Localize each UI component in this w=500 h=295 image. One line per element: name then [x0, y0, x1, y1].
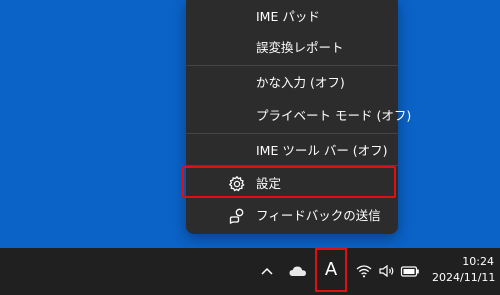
menu-item-label: IME ツール バー (オフ): [256, 143, 388, 158]
clock-date: 2024/11/11: [432, 271, 496, 284]
menu-item-label: プライベート モード (オフ): [256, 108, 412, 123]
menu-item-label: 誤変換レポート: [256, 40, 344, 55]
taskbar-clock[interactable]: 10:24 2024/11/11: [432, 254, 496, 286]
menu-item-ime-toolbar[interactable]: IME ツール バー (オフ): [186, 134, 398, 168]
taskbar: 10:24 2024/11/11: [0, 248, 500, 295]
ime-mode-label: A: [324, 259, 338, 280]
wifi-icon[interactable]: [356, 263, 372, 278]
ime-context-menu: IME パッド 誤変換レポート かな入力 (オフ) プライベート モード (オフ…: [186, 0, 411, 234]
cloud-icon[interactable]: [288, 263, 308, 279]
menu-item-label: かな入力 (オフ): [256, 75, 345, 90]
clock-time: 10:24: [462, 255, 494, 268]
menu-item-ime-pad[interactable]: IME パッド: [186, 0, 398, 34]
ime-mode-indicator[interactable]: A: [315, 248, 347, 292]
chevron-up-icon[interactable]: [258, 262, 276, 280]
feedback-icon: [228, 207, 246, 225]
battery-icon[interactable]: [400, 263, 420, 277]
menu-item-kana-input[interactable]: かな入力 (オフ): [186, 66, 398, 100]
menu-item-label: IME パッド: [256, 9, 320, 24]
menu-item-label: フィードバックの送信: [256, 208, 381, 223]
menu-item-send-feedback[interactable]: フィードバックの送信: [186, 199, 398, 233]
menu-item-conversion-report[interactable]: 誤変換レポート: [186, 31, 398, 65]
menu-item-private-mode[interactable]: プライベート モード (オフ): [186, 99, 411, 133]
settings-highlight-box: [182, 166, 396, 198]
volume-icon[interactable]: [378, 263, 396, 278]
